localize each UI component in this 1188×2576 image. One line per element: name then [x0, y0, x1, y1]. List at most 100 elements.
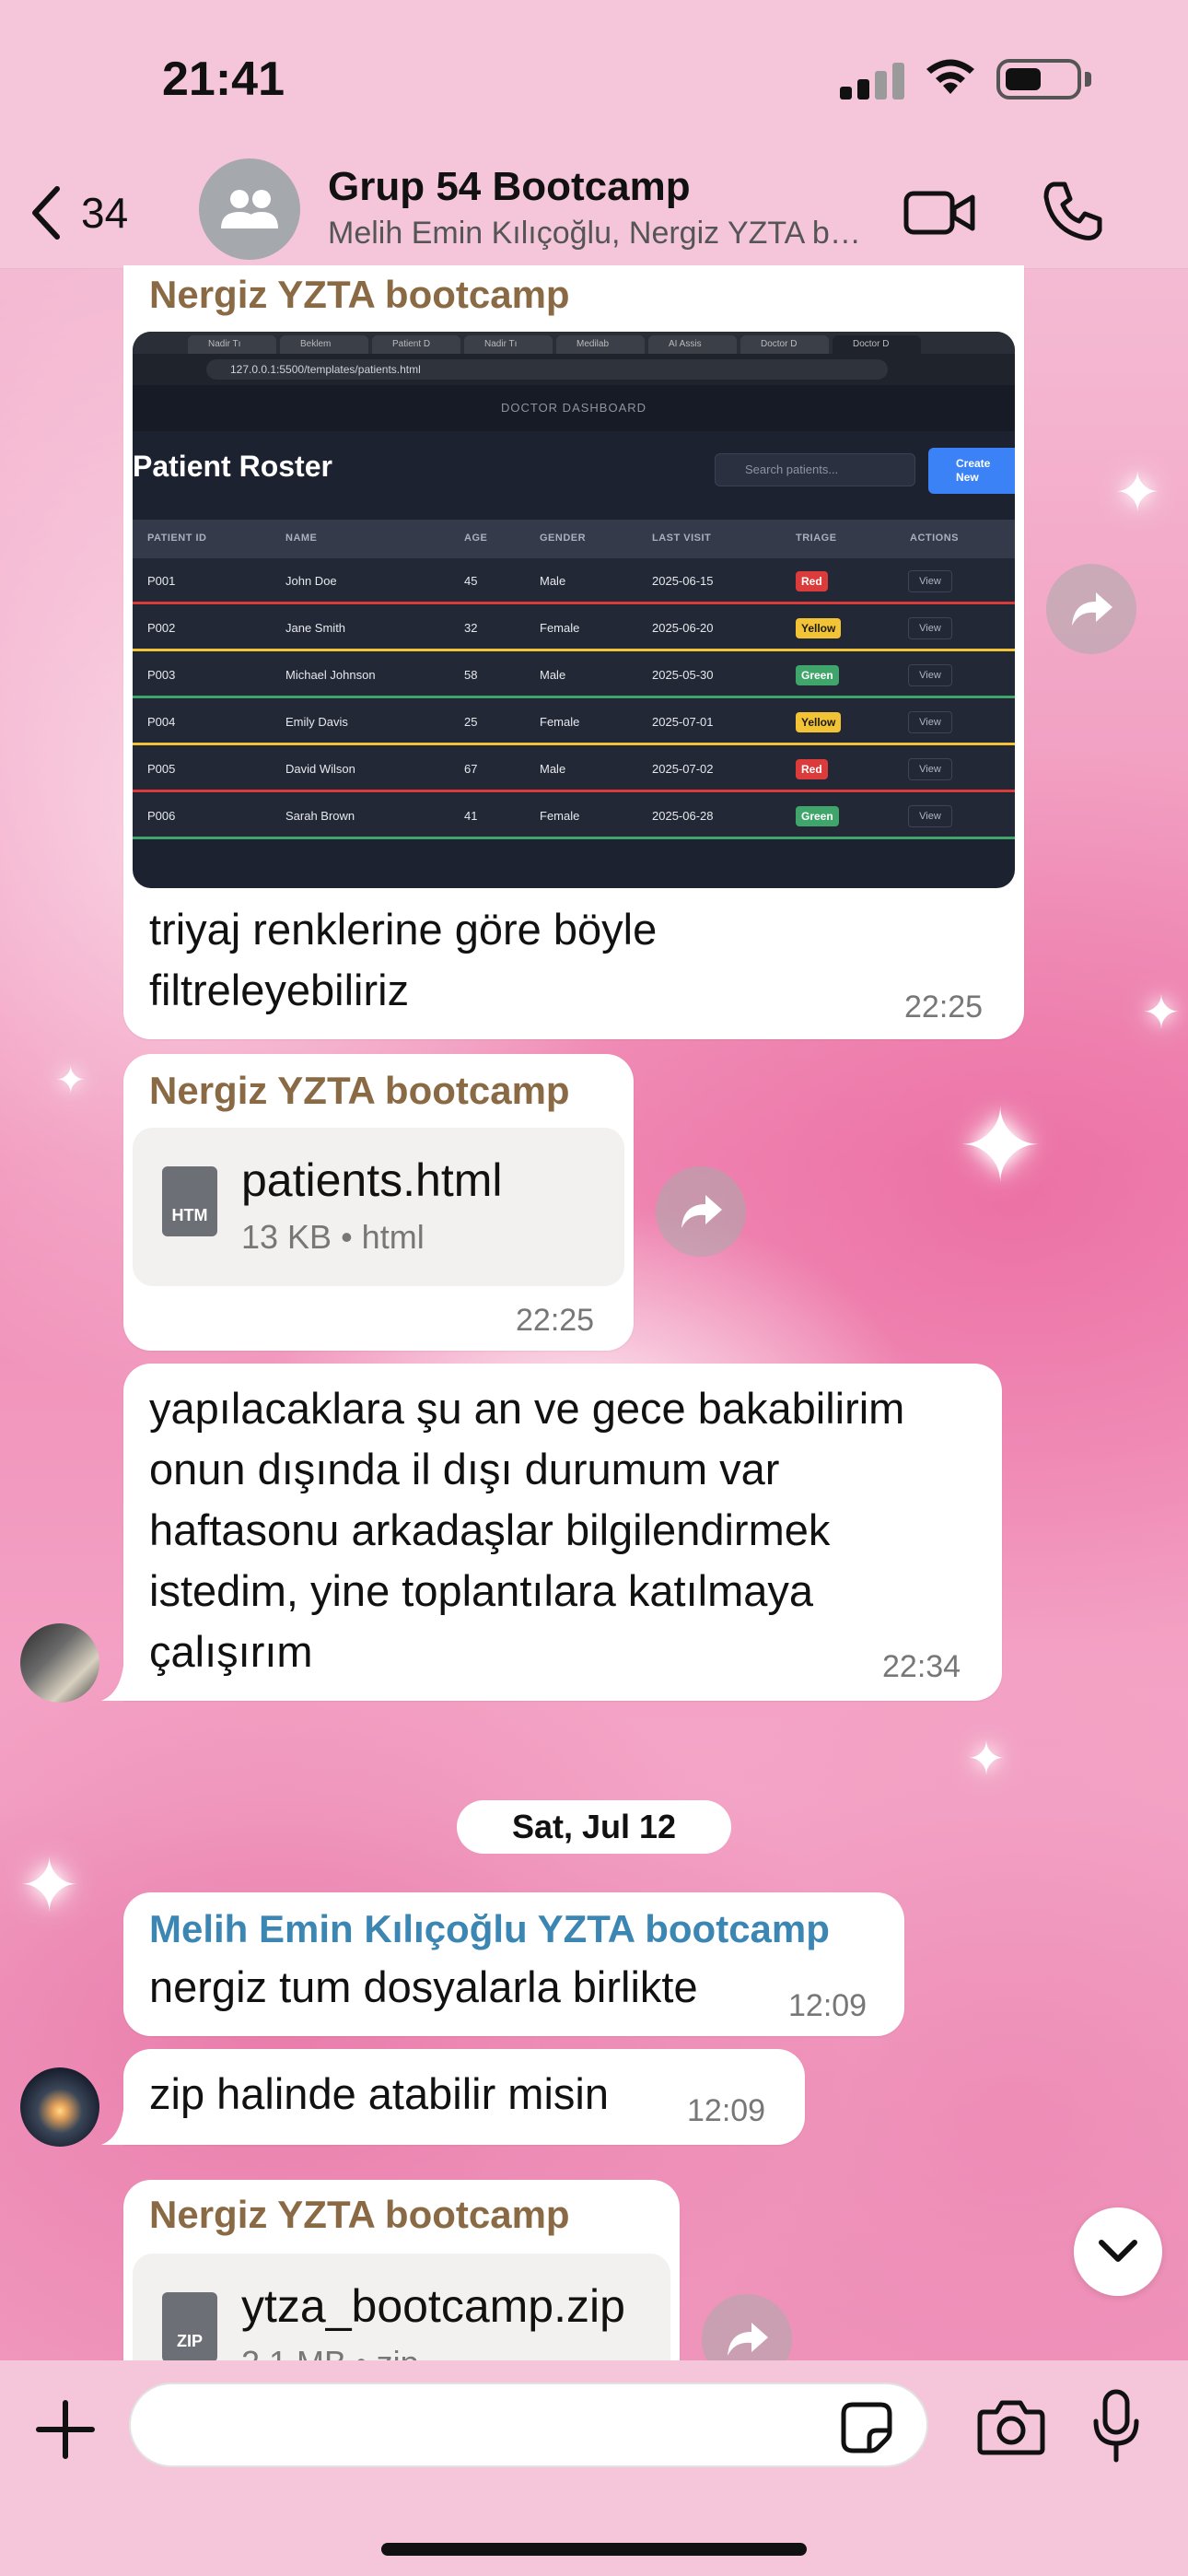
- roster-cell: 67: [464, 762, 478, 776]
- roster-cell: David Wilson: [285, 762, 355, 776]
- view-button: View: [908, 758, 952, 780]
- browser-url-bar: 127.0.0.1:5500/templates/patients.html: [133, 354, 1015, 385]
- roster-cell: Male: [540, 762, 566, 776]
- triage-row-underline: [133, 837, 1015, 839]
- scroll-to-bottom-button[interactable]: [1074, 2207, 1162, 2296]
- column-header: AGE: [464, 533, 488, 544]
- back-button[interactable]: 34: [28, 181, 166, 245]
- forward-arrow-icon: [1072, 592, 1112, 626]
- message-sender[interactable]: Melih Emin Kılıçoğlu YZTA bootcamp: [149, 1907, 830, 1951]
- message-input[interactable]: [129, 2383, 928, 2467]
- roster-cell: 2025-06-20: [652, 621, 714, 635]
- message-time: 12:09: [687, 2093, 766, 2128]
- triage-row-underline: [133, 696, 1015, 698]
- roster-cell: Male: [540, 574, 566, 588]
- sparkle-decoration: ✦: [1142, 987, 1181, 1038]
- browser-tab: Doctor D: [833, 335, 921, 354]
- roster-cell: P006: [147, 809, 176, 823]
- chevron-down-icon: [1099, 2240, 1137, 2262]
- plus-icon[interactable]: [33, 2397, 98, 2462]
- sender-avatar[interactable]: [20, 2067, 99, 2147]
- browser-tab: Nadir Tı: [464, 335, 553, 354]
- home-indicator: [381, 2543, 807, 2556]
- roster-cell: 2025-05-30: [652, 668, 714, 682]
- view-button: View: [908, 617, 952, 639]
- create-new-button: Create New: [928, 448, 1015, 494]
- roster-cell: P003: [147, 668, 176, 682]
- roster-cell: 58: [464, 668, 478, 682]
- roster-row: P003 Michael Johnson 58 Male 2025-05-30 Green…: [133, 652, 1015, 698]
- battery-icon: [996, 59, 1081, 100]
- group-avatar[interactable]: [199, 158, 300, 260]
- roster-cell: Sarah Brown: [285, 809, 355, 823]
- view-button: View: [908, 570, 952, 592]
- message-text: nergiz tum dosyalarla birlikte: [149, 1962, 698, 2011]
- composer-bar: [0, 2360, 1188, 2576]
- file-name: ytza_bootcamp.zip: [241, 2280, 625, 2332]
- sparkle-decoration: ✦: [18, 1844, 81, 1926]
- chevron-left-icon: [32, 186, 60, 240]
- video-call-icon[interactable]: [903, 182, 976, 243]
- bubble-tail: [101, 1666, 138, 1701]
- roster-cell: 2025-07-02: [652, 762, 714, 776]
- triage-badge: Yellow: [796, 618, 842, 638]
- file-meta: 13 KB • html: [241, 1218, 425, 1256]
- file-attachment[interactable]: HTM patients.html 13 KB • html: [133, 1128, 624, 1286]
- roster-row: P001 John Doe 45 Male 2025-06-15 Red View: [133, 558, 1015, 604]
- column-header: NAME: [285, 533, 318, 544]
- roster-cell: 32: [464, 621, 478, 635]
- message-time: 22:25: [904, 989, 984, 1025]
- roster-cell: 2025-06-15: [652, 574, 714, 588]
- roster-cell: P001: [147, 574, 176, 588]
- phone-icon[interactable]: [1041, 179, 1105, 243]
- sparkle-decoration: ✦: [967, 1733, 1006, 1785]
- view-button: View: [908, 805, 952, 827]
- roster-row: P002 Jane Smith 32 Female 2025-06-20 Yellow Vi…: [133, 605, 1015, 651]
- chat-title[interactable]: Grup 54 Bootcamp: [328, 164, 691, 210]
- triage-badge: Red: [796, 571, 828, 591]
- message-time: 12:09: [788, 1988, 868, 2023]
- triage-row-underline: [133, 602, 1015, 604]
- message-text: yapılacaklara şu an ve gece bakabilirim …: [149, 1384, 905, 1676]
- chat-members[interactable]: Melih Emin Kılıçoğlu, Nergiz YZTA bootca…: [328, 216, 862, 252]
- image-attachment[interactable]: Nadir Tı Beklem Patient D Nadir Tı Medil…: [133, 332, 1015, 888]
- chat-header: 34 Grup 54 Bootcamp Melih Emin Kılıçoğlu…: [0, 157, 1188, 269]
- roster-cell: Male: [540, 668, 566, 682]
- bubble-tail: [101, 2110, 138, 2145]
- zip-file-icon: ZIP: [162, 2292, 217, 2362]
- battery-tip: [1085, 72, 1091, 87]
- column-header: TRIAGE: [796, 533, 837, 544]
- roster-cell: 2025-07-01: [652, 715, 714, 729]
- dashboard-topbar: DOCTOR DASHBOARD: [133, 385, 1015, 431]
- forward-button[interactable]: [656, 1166, 746, 1257]
- forward-button[interactable]: [1046, 564, 1136, 654]
- view-button: View: [908, 711, 952, 733]
- column-header: GENDER: [540, 533, 587, 544]
- roster-cell: 41: [464, 809, 478, 823]
- roster-cell: Jane Smith: [285, 621, 346, 635]
- message-sender[interactable]: Nergiz YZTA bootcamp: [149, 2193, 570, 2237]
- forward-arrow-icon: [728, 2323, 768, 2356]
- sticker-icon[interactable]: [840, 2401, 893, 2454]
- roster-table-header: PATIENT ID NAME AGE GENDER LAST VISIT TR…: [133, 520, 1015, 558]
- view-button: View: [908, 664, 952, 686]
- roster-title: Patient Roster: [133, 450, 332, 483]
- message-time: 22:25: [516, 1303, 595, 1338]
- browser-tab: Beklem: [280, 335, 368, 354]
- roster-cell: Female: [540, 809, 580, 823]
- message-text: zip halinde atabilir misin: [149, 2069, 609, 2118]
- date-separator: Sat, Jul 12: [457, 1800, 731, 1854]
- roster-row: P006 Sarah Brown 41 Female 2025-06-28 Green Vi…: [133, 793, 1015, 839]
- triage-badge: Yellow: [796, 712, 842, 732]
- camera-icon[interactable]: [976, 2395, 1046, 2458]
- microphone-icon[interactable]: [1090, 2388, 1142, 2465]
- roster-cell: 2025-06-28: [652, 809, 714, 823]
- triage-badge: Green: [796, 806, 839, 826]
- browser-tab: Patient D: [372, 335, 460, 354]
- roster-cell: P005: [147, 762, 176, 776]
- message-sender[interactable]: Nergiz YZTA bootcamp: [149, 273, 570, 317]
- roster-cell: Female: [540, 621, 580, 635]
- sender-avatar[interactable]: [20, 1623, 99, 1703]
- roster-search: Search patients...: [715, 453, 915, 486]
- message-sender[interactable]: Nergiz YZTA bootcamp: [149, 1069, 570, 1113]
